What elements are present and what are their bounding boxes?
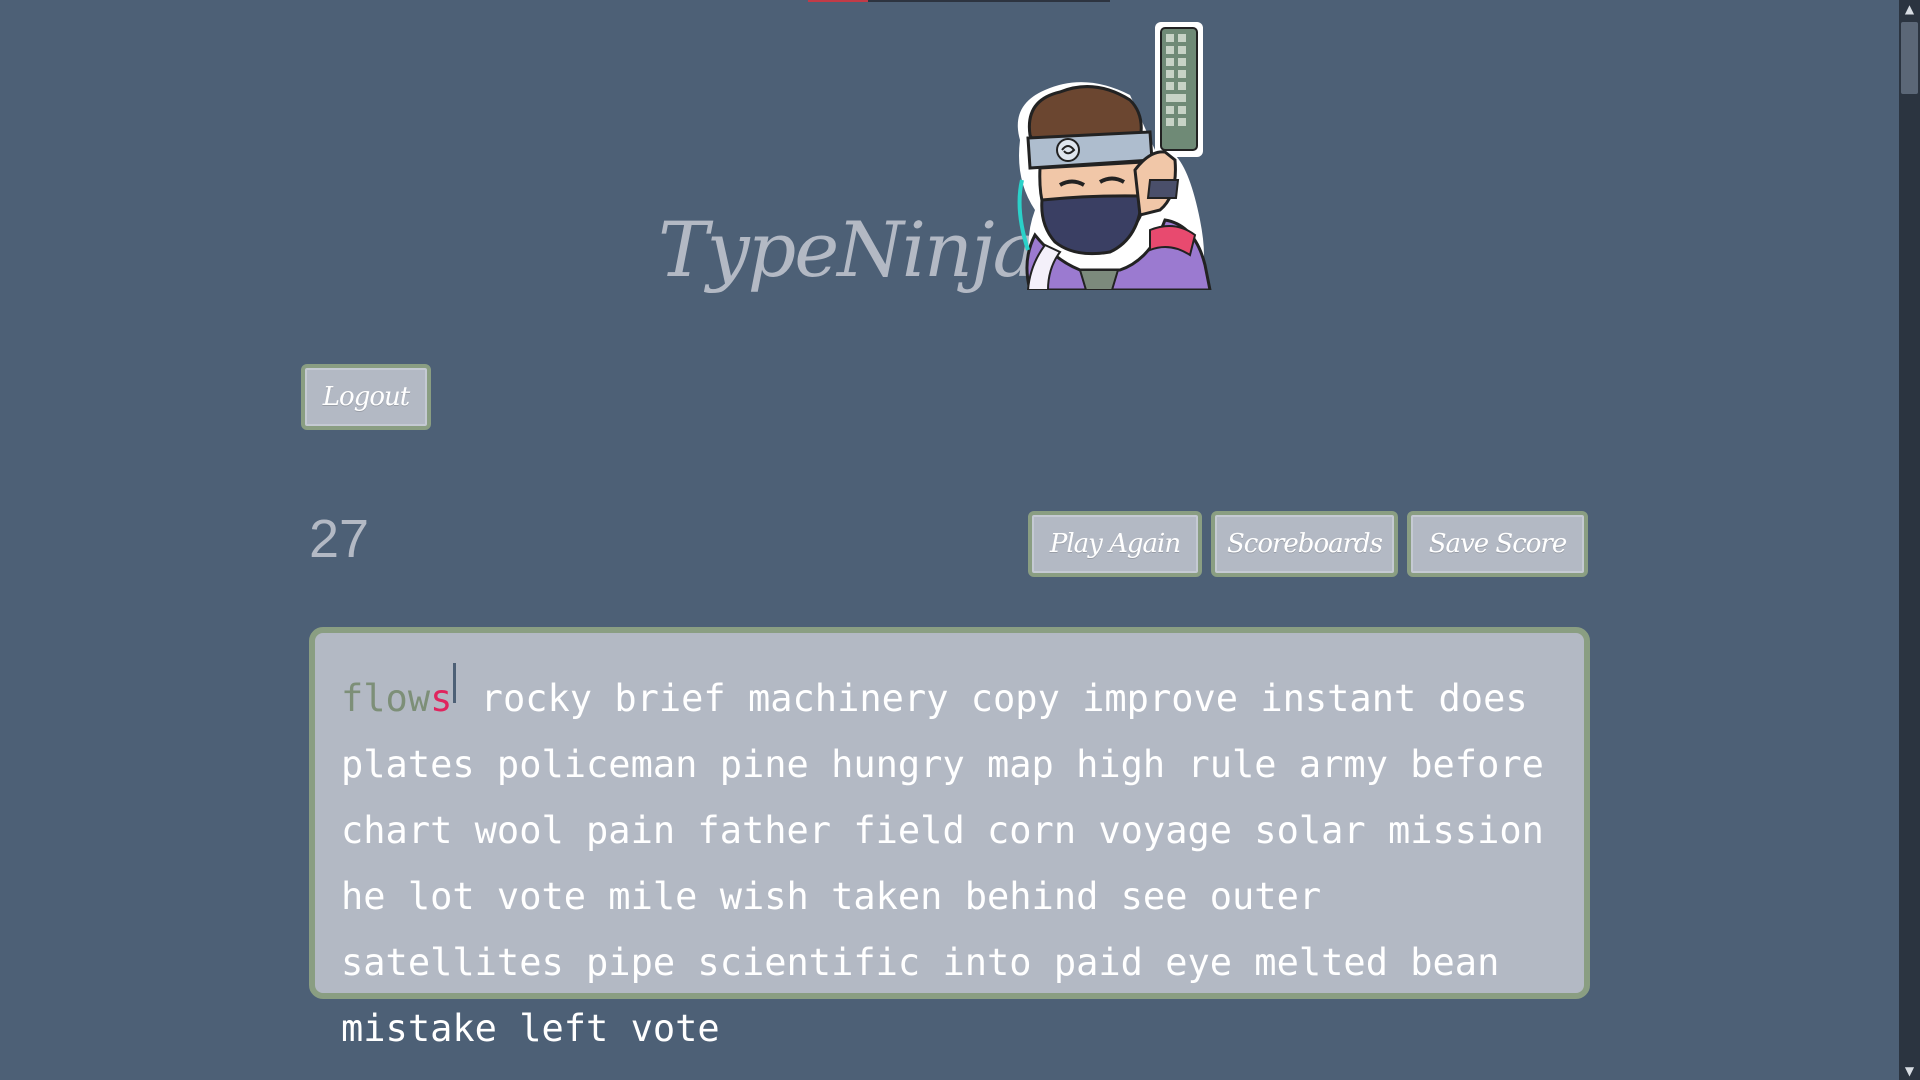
- countdown-timer: 27: [309, 509, 370, 569]
- current-word: flows: [341, 663, 458, 720]
- app-page: TypeNinja Logout 27 Play Again Scoreboar…: [0, 0, 1920, 1080]
- word-list: flows rocky brief machinery copy improve…: [341, 663, 1558, 1062]
- logout-button[interactable]: Logout: [301, 364, 431, 430]
- remaining-words: rocky brief machinery copy improve insta…: [341, 677, 1544, 1050]
- top-progress-fill: [808, 0, 869, 2]
- top-progress-bar: [808, 0, 1110, 2]
- chevron-up-icon[interactable]: ▲: [1899, 0, 1920, 18]
- app-title: TypeNinja: [658, 205, 1038, 294]
- play-again-button[interactable]: Play Again: [1028, 511, 1202, 577]
- scrollbar-thumb[interactable]: [1901, 22, 1918, 94]
- keyboard-icon: [1155, 22, 1203, 157]
- scoreboards-button[interactable]: Scoreboards: [1211, 511, 1398, 577]
- save-score-button[interactable]: Save Score: [1407, 511, 1588, 577]
- typing-text-area[interactable]: flows rocky brief machinery copy improve…: [309, 627, 1590, 1050]
- typed-correct-letters: flow: [341, 677, 431, 720]
- text-caret: [453, 663, 457, 703]
- ninja-mascot-icon: [1017, 22, 1212, 290]
- chevron-down-icon[interactable]: ▼: [1899, 1062, 1920, 1080]
- vertical-scrollbar[interactable]: ▲ ▼: [1899, 0, 1920, 1080]
- typed-wrong-letters: s: [430, 677, 453, 720]
